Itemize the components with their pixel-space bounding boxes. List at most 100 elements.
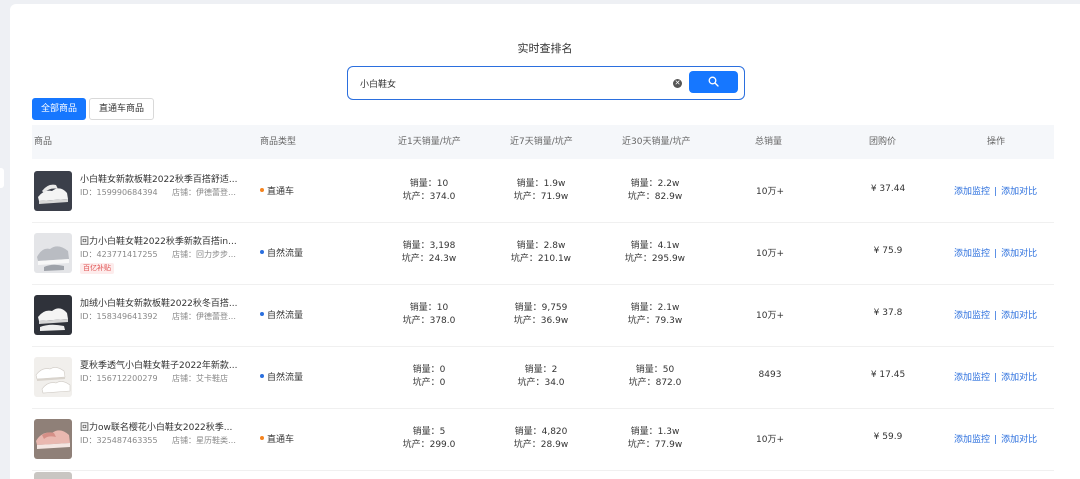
metric-d7: 销量：2 坑产：34.0 [496, 364, 586, 390]
d30-output: 坑产：82.9w [627, 192, 683, 202]
product-name[interactable]: 加绒小白鞋女新款板鞋2022秋冬百搭... [80, 296, 240, 309]
d1-sales: 销量：10 [409, 303, 449, 313]
add-monitor-link[interactable]: 添加监控 [954, 435, 990, 445]
total-sales: 8493 [758, 370, 782, 380]
metric-d30: 销量：2.1w 坑产：79.3w [610, 302, 700, 328]
metric-d1: 销量：0 坑产：0 [384, 364, 474, 390]
metric-d7: 销量：2.8w 坑产：210.1w [496, 240, 586, 266]
add-compare-link[interactable]: 添加对比 [1001, 249, 1037, 259]
d30-sales: 销量：50 [635, 365, 675, 375]
d30-sales: 销量：2.2w [630, 179, 680, 189]
clear-icon[interactable]: ✕ [673, 79, 682, 88]
action-separator: | [994, 373, 998, 383]
metric-d7: 销量：4,820 坑产：28.9w [496, 426, 586, 452]
product-type: 自然流量 [267, 311, 304, 321]
table-row: 加绒小白鞋女新款板鞋2022秋冬百搭... ID：158349641392 店铺… [32, 284, 1054, 347]
product-name[interactable]: 回力小白鞋女鞋2022秋季新款百搭in... [80, 234, 240, 247]
action-separator: | [994, 311, 998, 321]
group-price: ¥ 17.45 [870, 370, 906, 380]
product-id: ID：158349641392 [80, 312, 158, 321]
metric-d7: 销量：9,759 坑产：36.9w [496, 302, 586, 328]
product-thumbnail[interactable] [34, 295, 72, 335]
group-price: ¥ 37.44 [870, 184, 906, 194]
add-monitor-link[interactable]: 添加监控 [954, 373, 990, 383]
table-row: 回力ow联名樱花小白鞋女2022秋季... ID：325487463355 店铺… [32, 408, 1054, 471]
d7-output: 坑产：34.0 [517, 378, 565, 388]
d30-sales: 销量：4.1w [630, 241, 680, 251]
add-monitor-link[interactable]: 添加监控 [954, 249, 990, 259]
tab-all-products[interactable]: 全部商品 [32, 98, 86, 120]
add-compare-link[interactable]: 添加对比 [1001, 311, 1037, 321]
add-monitor-link[interactable]: 添加监控 [954, 311, 990, 321]
product-shop: 店铺：艾卡鞋店 [172, 374, 228, 383]
d1-output: 坑产：24.3w [401, 254, 457, 264]
d30-output: 坑产：872.0 [628, 378, 682, 388]
d7-sales: 销量：2 [524, 365, 558, 375]
action-separator: | [994, 435, 998, 445]
action-separator: | [994, 187, 998, 197]
type-dot [260, 312, 264, 316]
product-thumbnail[interactable] [34, 419, 72, 459]
add-compare-link[interactable]: 添加对比 [1001, 435, 1037, 445]
search-button[interactable] [689, 71, 738, 93]
product-shop: 店铺：星历鞋类专... [172, 436, 240, 445]
header-ops: 操作 [987, 137, 1006, 147]
row-actions: 添加监控 | 添加对比 [954, 370, 1037, 383]
d1-output: 坑产：374.0 [402, 192, 456, 202]
product-type: 自然流量 [267, 373, 304, 383]
product-thumbnail[interactable] [34, 171, 72, 211]
table-header: 商品 商品类型 近1天销量/坑产 近7天销量/坑产 近30天销量/坑产 总销量 … [32, 125, 1054, 159]
product-shop: 店铺：伊德蕾登官... [172, 188, 240, 197]
product-id: ID：159990684394 [80, 188, 158, 197]
product-thumbnail[interactable] [34, 357, 72, 397]
d1-sales: 销量：10 [409, 179, 449, 189]
header-d1: 近1天销量/坑产 [398, 137, 461, 147]
product-thumbnail[interactable] [34, 233, 72, 273]
header-d7: 近7天销量/坑产 [510, 137, 573, 147]
metric-d1: 销量：10 坑产：378.0 [384, 302, 474, 328]
product-name[interactable]: 夏秋季透气小白鞋女鞋子2022年新款... [80, 358, 240, 371]
product-id: ID：325487463355 [80, 436, 158, 445]
d7-sales: 销量：2.8w [516, 241, 566, 251]
subsidy-badge: 百亿补贴 [80, 263, 114, 274]
search-icon [708, 76, 719, 87]
metric-d1: 销量：5 坑产：299.0 [384, 426, 474, 452]
d30-output: 坑产：295.9w [624, 254, 686, 264]
type-dot [260, 250, 264, 254]
search-input[interactable] [360, 75, 660, 91]
d1-output: 坑产：299.0 [402, 440, 456, 450]
add-compare-link[interactable]: 添加对比 [1001, 187, 1037, 197]
metric-d7: 销量：1.9w 坑产：71.9w [496, 178, 586, 204]
row-actions: 添加监控 | 添加对比 [954, 308, 1037, 321]
d30-sales: 销量：1.3w [630, 427, 680, 437]
add-compare-link[interactable]: 添加对比 [1001, 373, 1037, 383]
type-dot [260, 188, 264, 192]
metric-d1: 销量：3,198 坑产：24.3w [384, 240, 474, 266]
product-type: 直通车 [267, 435, 295, 445]
d30-output: 坑产：77.9w [627, 440, 683, 450]
header-d30: 近30天销量/坑产 [622, 137, 691, 147]
metric-d30: 销量：50 坑产：872.0 [610, 364, 700, 390]
tab-paid-products[interactable]: 直通车商品 [89, 98, 154, 120]
product-id: ID：156712200279 [80, 374, 158, 383]
product-id: ID：423771417255 [80, 250, 158, 259]
group-price: ¥ 59.9 [873, 432, 903, 442]
product-shop: 店铺：伊德蕾登官... [172, 312, 240, 321]
d7-output: 坑产：28.9w [513, 440, 569, 450]
grey-sneaker-icon [34, 233, 72, 273]
add-monitor-link[interactable]: 添加监控 [954, 187, 990, 197]
d7-sales: 销量：9,759 [514, 303, 568, 313]
total-sales: 10万+ [756, 249, 784, 259]
d1-output: 坑产：378.0 [402, 316, 456, 326]
pink-sneaker-icon [34, 419, 72, 459]
product-type: 直通车 [267, 187, 295, 197]
metric-d1: 销量：10 坑产：374.0 [384, 178, 474, 204]
d1-sales: 销量：3,198 [402, 241, 456, 251]
table-row: 夏秋季透气小白鞋女鞋子2022年新款... ID：156712200279 店铺… [32, 346, 1054, 409]
total-sales: 10万+ [756, 187, 784, 197]
product-name[interactable]: 回力ow联名樱花小白鞋女2022秋季... [80, 420, 240, 433]
product-type: 自然流量 [267, 249, 304, 259]
d7-output: 坑产：36.9w [513, 316, 569, 326]
next-row-thumbnail [34, 472, 72, 479]
product-name[interactable]: 小白鞋女新款板鞋2022秋季百搭舒适... [80, 172, 240, 185]
